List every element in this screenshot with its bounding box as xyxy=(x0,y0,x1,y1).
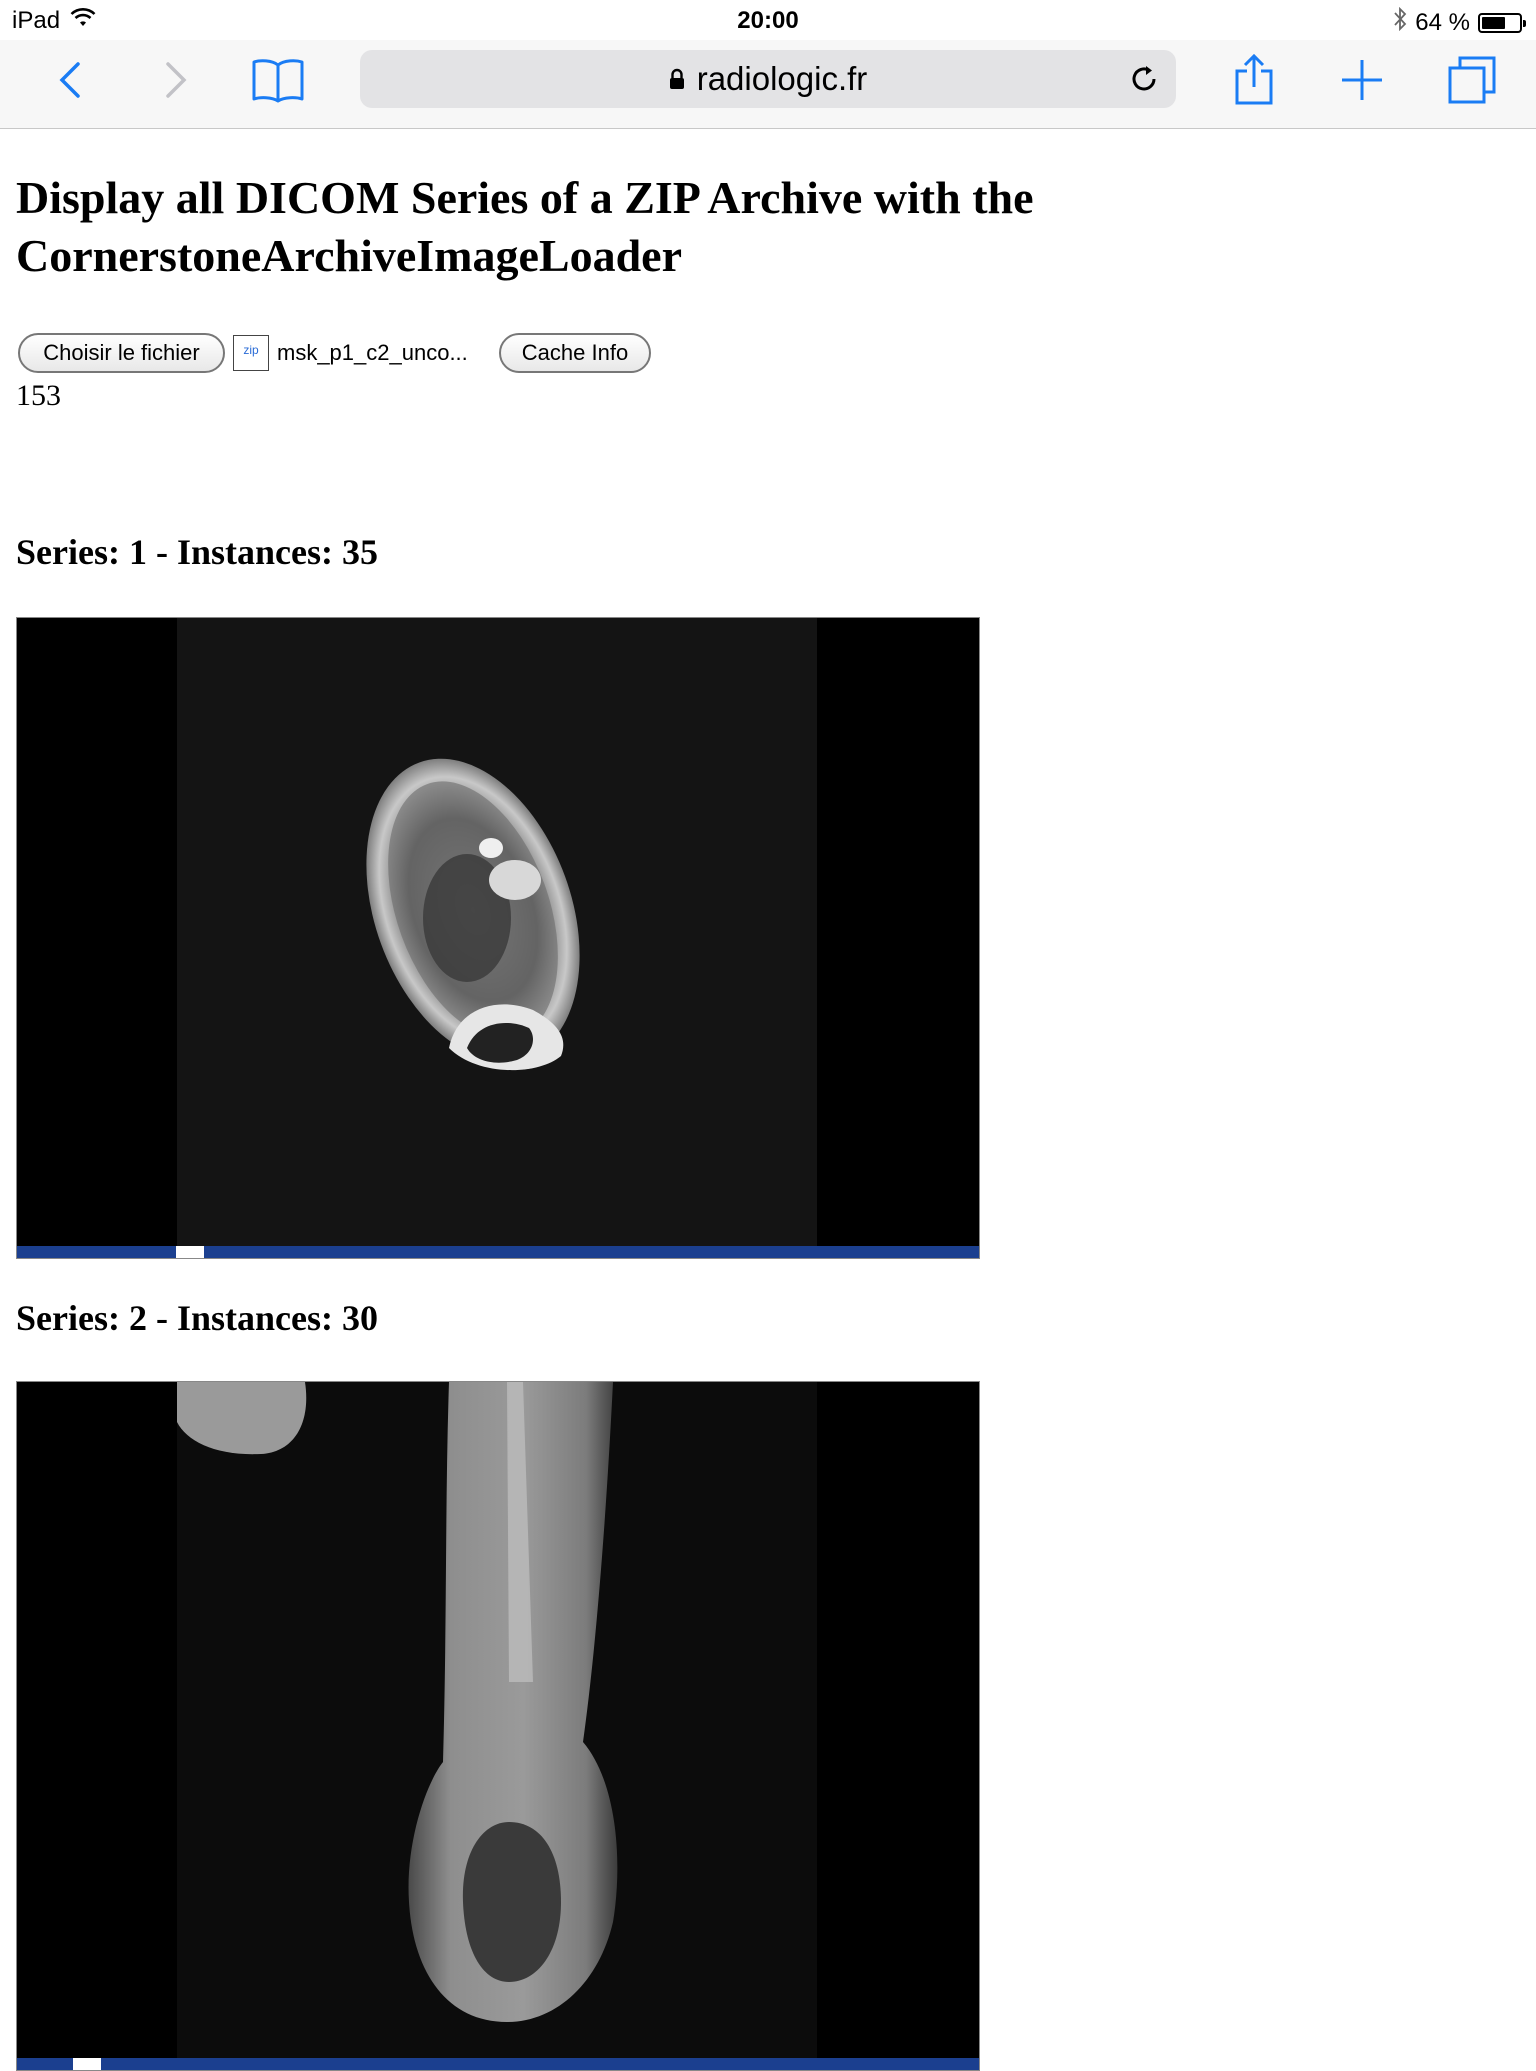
url-text: radiologic.fr xyxy=(696,60,868,97)
lock-icon xyxy=(669,68,685,90)
tabs-icon[interactable] xyxy=(1444,52,1500,108)
browser-toolbar: radiologic.fr xyxy=(0,40,1536,129)
choose-file-button[interactable]: Choisir le fichier xyxy=(18,333,225,373)
selected-file-name: msk_p1_c2_unco... xyxy=(277,340,468,365)
reload-icon[interactable] xyxy=(1126,61,1162,97)
series-2-heading: Series: 2 - Instances: 30 xyxy=(16,1298,378,1338)
share-icon[interactable] xyxy=(1226,52,1282,108)
series-1-image xyxy=(177,618,817,1246)
series-2-viewer[interactable] xyxy=(16,1381,980,2071)
series-2-scroll-thumb[interactable] xyxy=(73,2058,101,2070)
series-1-viewer[interactable] xyxy=(16,617,980,1259)
file-count: 153 xyxy=(16,379,61,412)
zip-file-icon: zip xyxy=(233,335,269,371)
battery-percentage: 64 % xyxy=(1415,8,1470,36)
forward-icon[interactable] xyxy=(148,52,204,108)
series-1-scroll-thumb[interactable] xyxy=(176,1246,204,1258)
series-1-scrollbar[interactable] xyxy=(17,1246,979,1258)
series-2-image xyxy=(177,1382,817,2058)
page-title: Display all DICOM Series of a ZIP Archiv… xyxy=(16,172,1034,281)
battery-icon xyxy=(1478,12,1526,33)
bookmarks-icon[interactable] xyxy=(250,52,306,108)
file-controls: Choisir le fichier zip msk_p1_c2_unco...… xyxy=(18,332,651,374)
status-bar: iPad 20:00 64 % xyxy=(0,0,1536,40)
cache-info-button[interactable]: Cache Info xyxy=(499,333,651,373)
address-bar[interactable]: radiologic.fr xyxy=(360,50,1176,108)
battery-level xyxy=(1482,16,1505,29)
bluetooth-icon xyxy=(1393,6,1407,38)
new-tab-icon[interactable] xyxy=(1334,52,1390,108)
clock: 20:00 xyxy=(737,7,799,34)
back-icon[interactable] xyxy=(42,52,98,108)
series-1-heading: Series: 1 - Instances: 35 xyxy=(16,532,378,572)
series-2-scrollbar[interactable] xyxy=(17,2058,979,2070)
